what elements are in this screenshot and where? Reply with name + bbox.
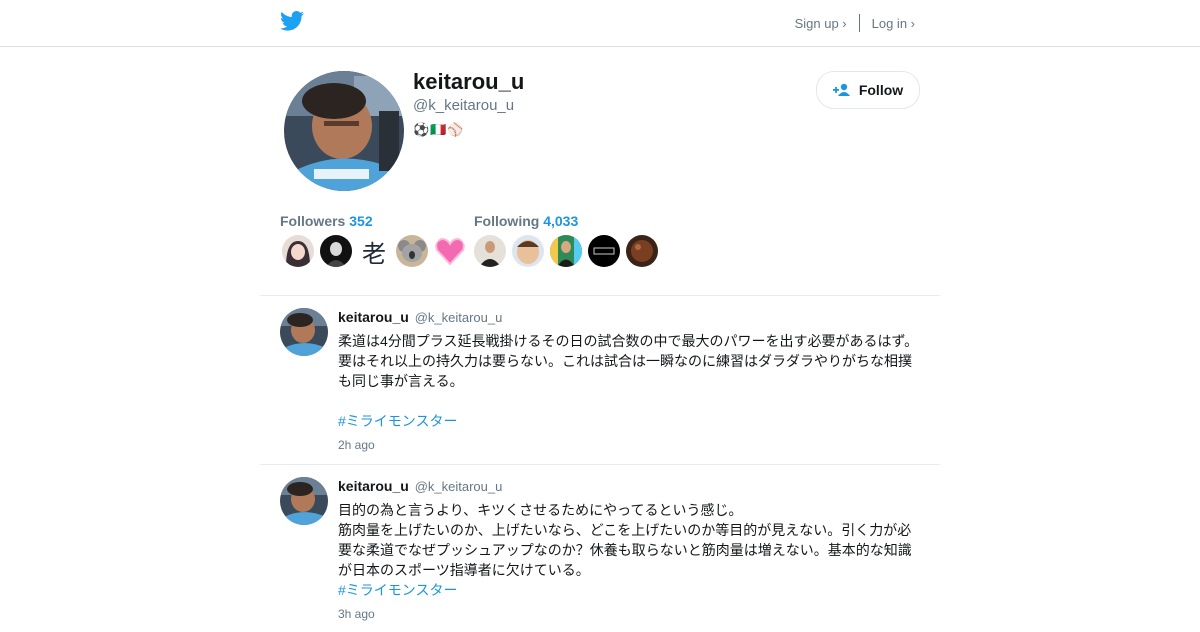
- auth-links: Sign up › Log in ›: [795, 0, 915, 46]
- man-suit-avatar[interactable]: [474, 235, 506, 267]
- auth-divider: [858, 14, 860, 32]
- following-label: Following: [474, 213, 540, 229]
- followers-count: 352: [349, 213, 373, 229]
- tweet-hashtag[interactable]: #ミライモンスター: [338, 580, 922, 600]
- tweet[interactable]: keitarou_u @k_keitarou_u 目的の為と言うより、キツくさせ…: [260, 465, 940, 632]
- tweet-author-name[interactable]: keitarou_u: [338, 478, 409, 494]
- tweet[interactable]: keitarou_u @k_keitarou_u 柔道は4分間プラス延長戦掛ける…: [260, 296, 940, 464]
- log-in-link[interactable]: Log in ›: [872, 16, 915, 31]
- followers-preview: 老: [282, 235, 466, 267]
- dark-logo-avatar[interactable]: [588, 235, 620, 267]
- following-preview: [474, 235, 658, 267]
- following-stat[interactable]: Following 4,033: [474, 213, 578, 229]
- followers-label: Followers: [280, 213, 346, 229]
- koala-avatar[interactable]: [396, 235, 428, 267]
- twitter-bird-icon[interactable]: [280, 11, 304, 31]
- profile-handle: @k_keitarou_u: [413, 97, 515, 114]
- profile-card: keitarou_u @k_keitarou_u ⚽🇮🇹⚾ Follow Fol…: [260, 47, 940, 295]
- dark-figure-avatar[interactable]: [320, 235, 352, 267]
- following-count: 4,033: [543, 213, 579, 229]
- follow-button-label: Follow: [858, 82, 904, 98]
- top-bar: Sign up › Log in ›: [0, 0, 1200, 47]
- tweet-avatar[interactable]: [280, 477, 328, 525]
- tweet-header: keitarou_u @k_keitarou_u: [338, 477, 922, 496]
- tweet-avatar[interactable]: [280, 308, 328, 356]
- tweet-text: 柔道は4分間プラス延長戦掛けるその日の試合数の中で最大のパワーを出す必要があるは…: [338, 333, 919, 389]
- brown-ball-avatar[interactable]: [626, 235, 658, 267]
- tweet-timestamp[interactable]: 3h ago: [338, 606, 922, 622]
- follow-button[interactable]: Follow: [816, 71, 920, 109]
- tweet-author-handle[interactable]: @k_keitarou_u: [415, 479, 503, 494]
- man-stripes-avatar[interactable]: [550, 235, 582, 267]
- tweet-header: keitarou_u @k_keitarou_u: [338, 308, 922, 327]
- profile-name: keitarou_u: [413, 69, 525, 94]
- profile-bio: ⚽🇮🇹⚾: [413, 122, 465, 137]
- add-user-icon: [832, 83, 850, 96]
- tweet-text: 目的の為と言うより、キツくさせるためにやってるという感じ。 筋肉量を上げたいのか…: [338, 502, 912, 578]
- tweet-author-handle[interactable]: @k_keitarou_u: [415, 310, 503, 325]
- profile-avatar[interactable]: [284, 71, 404, 191]
- main-column: keitarou_u @k_keitarou_u ⚽🇮🇹⚾ Follow Fol…: [260, 47, 940, 632]
- anime-girl-avatar[interactable]: [282, 235, 314, 267]
- sign-up-link[interactable]: Sign up ›: [795, 16, 847, 31]
- tweet-timestamp[interactable]: 2h ago: [338, 437, 922, 453]
- profile-photo-icon: [284, 71, 404, 191]
- smiling-face-avatar[interactable]: [512, 235, 544, 267]
- pink-heart-avatar[interactable]: [434, 235, 466, 267]
- followers-stat[interactable]: Followers 352: [280, 213, 373, 229]
- kanji-avatar[interactable]: 老: [358, 235, 390, 267]
- tweet-hashtag[interactable]: #ミライモンスター: [338, 411, 922, 431]
- tweet-author-name[interactable]: keitarou_u: [338, 309, 409, 325]
